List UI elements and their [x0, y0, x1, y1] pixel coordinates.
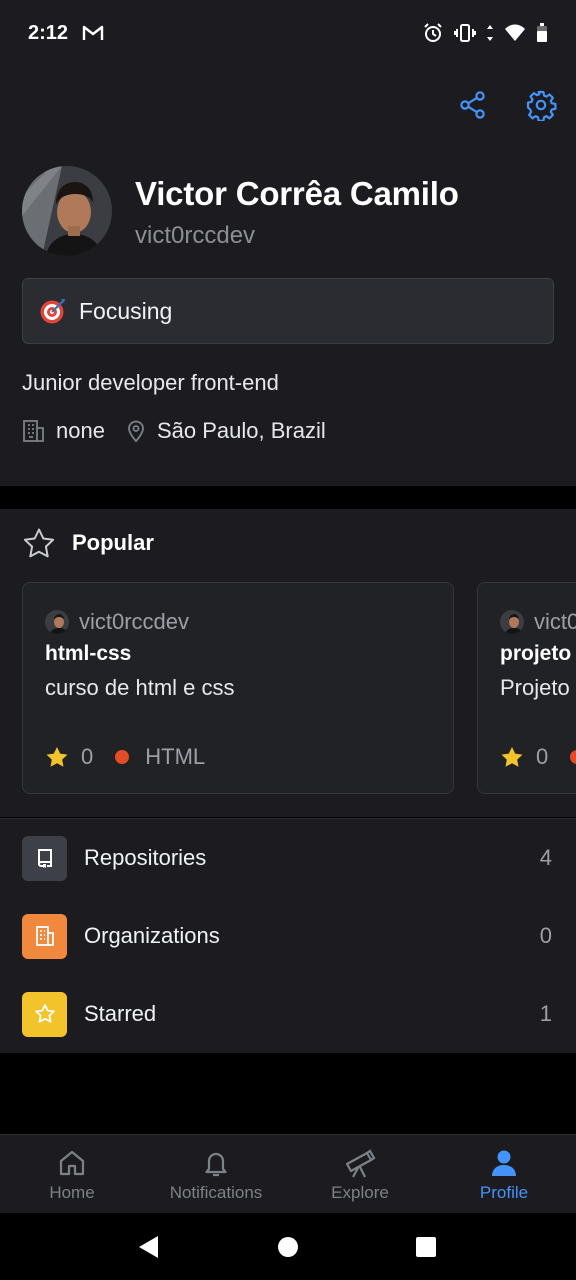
profile-links-list: Repositories 4 Organizations 0 Starred 1: [0, 818, 576, 1053]
owner-avatar: [45, 610, 69, 634]
telescope-icon: [343, 1147, 377, 1179]
profile-bio: Junior developer front-end: [22, 370, 279, 395]
profile-location: São Paulo, Brazil: [156, 418, 326, 443]
user-status-text: Focusing: [79, 297, 173, 324]
back-triangle-icon: [139, 1236, 158, 1258]
language-color-dot: [115, 750, 130, 764]
bell-icon: [201, 1147, 231, 1179]
data-arrows-icon: [486, 23, 494, 43]
user-status[interactable]: Focusing: [22, 278, 554, 344]
gear-icon: [526, 90, 557, 121]
tab-label: Explore: [331, 1183, 389, 1202]
star-icon: [22, 991, 67, 1037]
location-pin-icon: [125, 419, 147, 443]
repo-name: projeto: [500, 642, 572, 665]
back-button[interactable]: [137, 1235, 159, 1259]
status-time: 2:12: [28, 22, 69, 44]
status-bar: 2:12: [0, 0, 576, 62]
popular-repo-card[interactable]: vict0rccdev html-css curso de html e css…: [22, 582, 454, 794]
owner-avatar: [500, 610, 524, 634]
share-button[interactable]: [456, 88, 490, 122]
vibrate-icon: [454, 23, 476, 43]
row-count: 0: [539, 923, 552, 948]
starred-row[interactable]: Starred 1: [0, 975, 576, 1053]
tab-notifications[interactable]: Notifications: [144, 1135, 288, 1213]
profile-name: Victor Corrêa Camilo: [135, 175, 459, 212]
repo-stars: 0: [536, 744, 549, 769]
profile-login: vict0rccdev: [135, 222, 256, 249]
row-label: Organizations: [84, 923, 220, 948]
star-outline-icon: [23, 528, 55, 558]
repo-stars: 0: [81, 744, 94, 769]
dart-emoji-icon: [39, 297, 67, 325]
home-button[interactable]: [277, 1235, 299, 1259]
bottom-tab-bar: Home Notifications Explore Profile: [0, 1134, 576, 1213]
profile-company: none: [56, 418, 105, 443]
tab-home[interactable]: Home: [0, 1135, 144, 1213]
share-icon: [460, 91, 485, 119]
battery-icon: [536, 23, 548, 43]
profile-meta: none São Paulo, Brazil: [22, 418, 326, 444]
alarm-icon: [422, 22, 444, 44]
repo-icon: [22, 835, 67, 881]
repo-description: curso de html e css: [45, 675, 235, 700]
avatar: [22, 166, 112, 256]
row-label: Repositories: [84, 845, 207, 870]
repo-name: html-css: [45, 642, 132, 665]
row-count: 4: [539, 845, 552, 870]
tab-profile[interactable]: Profile: [432, 1135, 576, 1213]
company-building-icon: [22, 419, 46, 443]
repo-owner: vict0rccdev: [79, 609, 190, 634]
recents-button[interactable]: [415, 1235, 437, 1259]
repo-description: Projeto: [500, 675, 570, 700]
popular-header: Popular: [22, 527, 154, 559]
tab-label: Profile: [479, 1183, 529, 1202]
settings-button[interactable]: [524, 88, 558, 122]
language-color-dot: [570, 750, 576, 764]
tab-label: Home: [49, 1183, 95, 1202]
row-label: Starred: [84, 1001, 157, 1026]
organization-icon: [22, 913, 67, 959]
popular-repo-card[interactable]: vict0rccdev projeto Projeto 0: [477, 582, 576, 794]
tab-label: Notifications: [169, 1183, 263, 1202]
wifi-icon: [504, 24, 526, 42]
repo-owner: vict0rccdev: [534, 609, 576, 634]
popular-title: Popular: [72, 530, 154, 555]
organizations-row[interactable]: Organizations 0: [0, 897, 576, 975]
recents-square-icon: [416, 1237, 436, 1257]
popular-section: Popular vict0rccdev html-css curso de ht…: [0, 509, 576, 817]
system-navigation-bar: [0, 1213, 576, 1280]
star-filled-icon: [46, 747, 68, 767]
row-count: 1: [539, 1001, 552, 1026]
person-icon: [489, 1147, 519, 1179]
repo-language: HTML: [145, 744, 206, 769]
home-circle-icon: [278, 1237, 298, 1257]
star-filled-icon: [501, 747, 523, 767]
gmail-icon: [82, 24, 104, 42]
tab-explore[interactable]: Explore: [288, 1135, 432, 1213]
repositories-row[interactable]: Repositories 4: [0, 819, 576, 897]
profile-header: Victor Corrêa Camilo vict0rccdev Focusin…: [0, 62, 576, 486]
home-icon: [57, 1147, 87, 1179]
